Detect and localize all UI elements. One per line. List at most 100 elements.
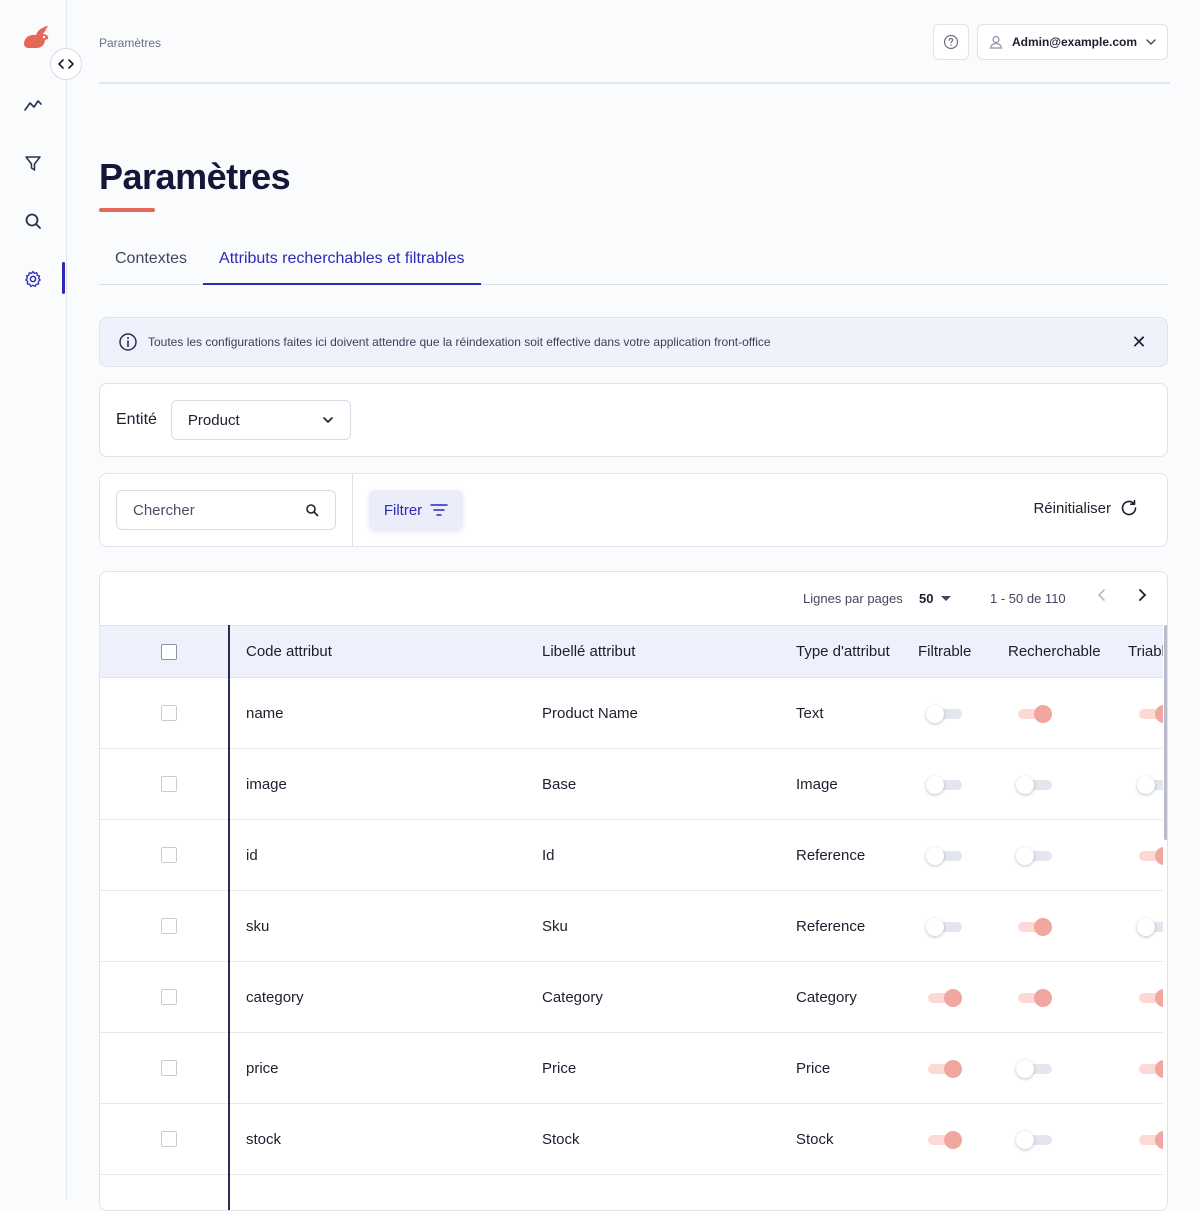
table-row[interactable]: stock Stock Stock bbox=[100, 1104, 1167, 1175]
row-checkbox[interactable] bbox=[161, 989, 177, 1005]
header-code[interactable]: Code attribut bbox=[246, 626, 332, 677]
help-button[interactable] bbox=[933, 24, 969, 60]
chevron-right-icon bbox=[1139, 589, 1147, 601]
toggle-knob bbox=[1016, 847, 1034, 865]
reset-button-label: Réinitialiser bbox=[1033, 499, 1111, 517]
tab-contextes[interactable]: Contextes bbox=[99, 240, 203, 285]
filterable-toggle[interactable] bbox=[926, 988, 964, 1008]
table-row[interactable]: sku Sku Reference bbox=[100, 891, 1167, 962]
row-checkbox[interactable] bbox=[161, 776, 177, 792]
row-checkbox[interactable] bbox=[161, 705, 177, 721]
filterable-toggle[interactable] bbox=[926, 1130, 964, 1150]
searchable-toggle[interactable] bbox=[1016, 1130, 1054, 1150]
title-underline bbox=[99, 208, 155, 212]
attribute-code: category bbox=[246, 988, 304, 1006]
row-select-cell bbox=[161, 891, 177, 961]
reset-button[interactable]: Réinitialiser bbox=[1033, 498, 1139, 518]
sidebar bbox=[0, 0, 82, 1200]
header-filterable[interactable]: Filtrable bbox=[918, 626, 971, 677]
search-icon bbox=[25, 213, 41, 229]
row-select-cell bbox=[161, 962, 177, 1032]
filter-bar: Filtrer Réinitialiser bbox=[99, 473, 1168, 547]
entity-card: Entité Product bbox=[99, 383, 1168, 457]
chevron-left-icon bbox=[1097, 589, 1105, 601]
toggle-knob bbox=[1137, 776, 1155, 794]
select-all-cell bbox=[161, 626, 177, 677]
search-icon[interactable] bbox=[305, 503, 319, 517]
toggle-knob bbox=[944, 989, 962, 1007]
toggle-knob bbox=[1016, 1131, 1034, 1149]
attribute-label: Id bbox=[542, 846, 555, 864]
table-header: Code attribut Libellé attribut Type d'at… bbox=[100, 625, 1167, 678]
attribute-type: Reference bbox=[796, 846, 866, 864]
sidebar-collapse-button[interactable] bbox=[50, 48, 82, 80]
attribute-label: Product Name bbox=[542, 704, 638, 722]
filterable-toggle[interactable] bbox=[926, 704, 964, 724]
searchable-toggle[interactable] bbox=[1016, 775, 1054, 795]
row-checkbox[interactable] bbox=[161, 1060, 177, 1076]
nav-search[interactable] bbox=[22, 210, 44, 232]
attribute-code: stock bbox=[246, 1130, 282, 1148]
select-all-checkbox[interactable] bbox=[161, 643, 177, 660]
header-sortable[interactable]: Triabl bbox=[1128, 626, 1165, 677]
filter-divider bbox=[352, 474, 353, 546]
row-select-cell bbox=[161, 749, 177, 819]
filter-button[interactable]: Filtrer bbox=[369, 490, 463, 530]
attribute-label: Base bbox=[542, 775, 577, 793]
nav-active-indicator bbox=[62, 262, 65, 294]
rabbit-logo-icon[interactable] bbox=[18, 22, 52, 56]
header-label[interactable]: Libellé attribut bbox=[542, 626, 635, 677]
next-page-button[interactable] bbox=[1137, 588, 1147, 607]
entity-select[interactable]: Product bbox=[170, 400, 351, 440]
header-type[interactable]: Type d'attribut bbox=[796, 626, 890, 677]
table-row[interactable]: name Product Name Text bbox=[100, 678, 1167, 749]
vertical-scrollbar[interactable] bbox=[1164, 625, 1167, 840]
table-row[interactable]: price Price Price bbox=[100, 1033, 1167, 1104]
rows-per-page-value: 50 bbox=[919, 591, 934, 606]
search-field[interactable] bbox=[116, 490, 336, 530]
entity-select-value: Product bbox=[187, 411, 240, 429]
row-select-cell bbox=[161, 678, 177, 748]
pagination-range: 1 - 50 de 110 bbox=[990, 591, 1066, 606]
searchable-toggle[interactable] bbox=[1016, 846, 1054, 866]
table-row[interactable]: image Base Image bbox=[100, 749, 1167, 820]
code-chevrons-icon bbox=[58, 59, 74, 69]
filterable-toggle[interactable] bbox=[926, 775, 964, 795]
nav-filters[interactable] bbox=[22, 152, 44, 174]
searchable-toggle[interactable] bbox=[1016, 988, 1054, 1008]
rows-per-page-label: Lignes par pages bbox=[803, 591, 903, 606]
close-icon[interactable]: ✕ bbox=[1129, 332, 1149, 353]
tab-attributes[interactable]: Attributs recherchables et filtrables bbox=[203, 240, 481, 285]
searchable-toggle[interactable] bbox=[1016, 704, 1054, 724]
breadcrumb[interactable]: Paramètres bbox=[99, 36, 161, 50]
previous-page-button[interactable] bbox=[1097, 588, 1107, 607]
row-checkbox[interactable] bbox=[161, 1131, 177, 1147]
table-row[interactable]: id Id Reference bbox=[100, 820, 1167, 891]
toggle-knob bbox=[944, 1060, 962, 1078]
table-row[interactable]: category Category Category bbox=[100, 962, 1167, 1033]
row-select-cell bbox=[161, 820, 177, 890]
info-banner: Toutes les configurations faites ici doi… bbox=[99, 317, 1168, 367]
attribute-code: id bbox=[246, 846, 258, 864]
nav-analytics[interactable] bbox=[22, 94, 44, 116]
rows-per-page-select[interactable]: 50 bbox=[919, 591, 952, 606]
header-divider bbox=[99, 82, 1170, 84]
filterable-toggle[interactable] bbox=[926, 917, 964, 937]
header-searchable[interactable]: Recherchable bbox=[1008, 626, 1101, 677]
user-menu-button[interactable]: Admin@example.com bbox=[977, 24, 1168, 60]
search-input[interactable] bbox=[133, 501, 283, 519]
toggle-knob bbox=[1034, 705, 1052, 723]
attribute-type: Reference bbox=[796, 917, 866, 935]
searchable-toggle[interactable] bbox=[1016, 1059, 1054, 1079]
info-icon bbox=[119, 333, 137, 351]
filterable-toggle[interactable] bbox=[926, 846, 964, 866]
nav-settings[interactable] bbox=[22, 268, 44, 290]
attribute-type: Stock bbox=[796, 1130, 834, 1148]
toggle-knob bbox=[926, 705, 944, 723]
attribute-type: Text bbox=[796, 704, 824, 722]
row-select-cell bbox=[161, 1033, 177, 1103]
row-checkbox[interactable] bbox=[161, 918, 177, 934]
filterable-toggle[interactable] bbox=[926, 1059, 964, 1079]
searchable-toggle[interactable] bbox=[1016, 917, 1054, 937]
row-checkbox[interactable] bbox=[161, 847, 177, 863]
